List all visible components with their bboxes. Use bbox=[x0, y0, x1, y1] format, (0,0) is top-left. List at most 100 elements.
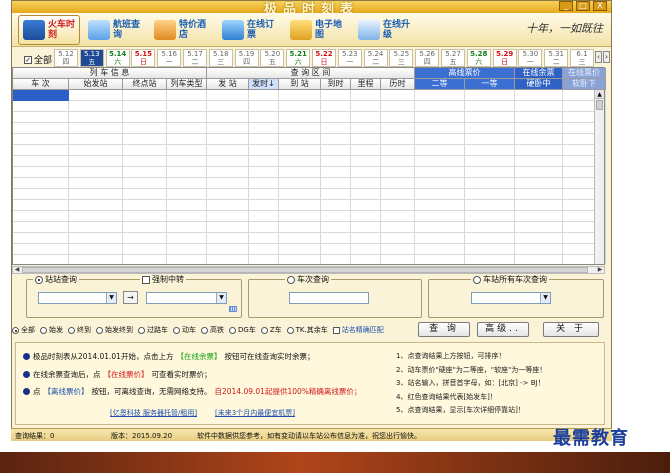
filter-option[interactable]: 高铁 bbox=[201, 325, 224, 335]
filter-option[interactable]: 始发终到 bbox=[96, 325, 133, 335]
filter-option[interactable]: Z车 bbox=[260, 325, 282, 335]
chevron-down-icon[interactable]: ▼ bbox=[106, 293, 116, 303]
date-tab[interactable]: 5.25 三 bbox=[389, 49, 414, 67]
selected-cell[interactable] bbox=[13, 90, 69, 101]
date-tab[interactable]: 5.22 日 bbox=[312, 49, 336, 67]
about-button[interactable]: 关 于 bbox=[543, 322, 599, 337]
date-tab[interactable]: 5.20 五 bbox=[260, 49, 285, 67]
filter-option[interactable]: TK.其余车 bbox=[286, 325, 328, 335]
column-header[interactable]: 一等 bbox=[465, 79, 515, 90]
column-header[interactable]: 列车类型 bbox=[167, 79, 207, 90]
filter-option[interactable]: 终到 bbox=[68, 325, 91, 335]
date-tab[interactable]: 5.28 六 bbox=[466, 49, 491, 67]
station-query-radio[interactable]: 站站查询 bbox=[33, 274, 79, 285]
maximize-button[interactable]: □ bbox=[576, 1, 590, 11]
version: 版本：2015.09.20 bbox=[111, 432, 173, 440]
horizontal-scrollbar[interactable]: ◀ ▶ bbox=[12, 266, 605, 274]
query-button[interactable]: 查 询 bbox=[418, 322, 470, 337]
all-dates-checkbox[interactable]: ✓ 全部 bbox=[24, 53, 52, 66]
scroll-thumb[interactable] bbox=[22, 267, 588, 273]
scroll-up-icon[interactable]: ▲ bbox=[595, 90, 604, 99]
all-trains-radio[interactable]: 车站所有车次查询 bbox=[471, 274, 549, 285]
column-header[interactable]: 软卧下 bbox=[563, 79, 606, 90]
date-tab[interactable]: 5.24 二 bbox=[363, 49, 388, 67]
train-timetable-button[interactable]: 火车时刻 bbox=[18, 15, 80, 45]
column-header[interactable]: 始发站 bbox=[69, 79, 123, 90]
date-tab[interactable]: 6.1 三 bbox=[570, 49, 594, 67]
train-query-radio[interactable]: 车次查询 bbox=[285, 274, 331, 285]
filter-option[interactable]: 动车 bbox=[173, 325, 196, 335]
chevron-down-icon[interactable]: ▼ bbox=[540, 293, 550, 303]
column-header[interactable]: 到 站 bbox=[279, 79, 321, 90]
date-tab[interactable]: 5.26 四 bbox=[415, 49, 440, 67]
train-query-label: 车次查询 bbox=[297, 275, 329, 284]
prev-dates-arrow[interactable]: ‹ bbox=[595, 51, 602, 63]
filter-option[interactable]: DG车 bbox=[229, 325, 256, 335]
online-booking-button[interactable]: 在线订票 bbox=[218, 15, 280, 45]
date-tab[interactable]: 5.29 日 bbox=[492, 49, 517, 67]
date-tab[interactable]: 5.12 四 bbox=[54, 49, 78, 67]
scroll-left-icon[interactable]: ◀ bbox=[13, 267, 21, 273]
date-tab[interactable]: 5.31 二 bbox=[544, 49, 569, 67]
minimize-button[interactable]: _ bbox=[559, 1, 573, 11]
column-header[interactable]: 历时 bbox=[381, 79, 415, 90]
from-station-combo[interactable]: ▼ bbox=[38, 292, 117, 304]
date-tab[interactable]: 5.14 六 bbox=[105, 49, 130, 67]
to-station-combo[interactable]: ▼ bbox=[146, 292, 227, 304]
filter-option[interactable]: 站名精确匹配 bbox=[332, 325, 384, 335]
scroll-right-icon[interactable]: ▶ bbox=[596, 267, 604, 273]
checkbox bbox=[142, 275, 150, 284]
date-tab[interactable]: 5.18 三 bbox=[208, 49, 233, 67]
column-header[interactable]: 二等 bbox=[415, 79, 465, 90]
next-dates-arrow[interactable]: › bbox=[603, 51, 610, 63]
date-label: 5.22 bbox=[315, 50, 333, 58]
column-header[interactable]: 发时↓ bbox=[249, 79, 279, 90]
checkbox bbox=[332, 326, 340, 334]
station-combo[interactable]: ▼ bbox=[471, 292, 551, 304]
cheap-flights-link[interactable]: [未来3个月内最便宜机票] bbox=[215, 408, 295, 418]
column-header[interactable]: 车 次 bbox=[13, 79, 69, 90]
column-header[interactable]: 到时 bbox=[321, 79, 351, 90]
column-header[interactable]: 里程 bbox=[351, 79, 381, 90]
date-strip: ✓ 全部 5.12 四 5.13 五 5.14 六 5.15 日 5.16 一 5.17 二 5.18 三… bbox=[12, 48, 611, 68]
hotel-button[interactable]: 特价酒店 bbox=[150, 15, 212, 45]
chevron-down-icon[interactable]: ▼ bbox=[216, 293, 226, 303]
results-table[interactable]: 列 车 信 息查 询 区 间高线票价 在线余票 在线票价 车 次始发站 终点站 列车类型… bbox=[12, 67, 606, 265]
vertical-scrollbar[interactable]: ▲ bbox=[594, 90, 604, 264]
date-tab[interactable]: 5.19 四 bbox=[234, 49, 259, 67]
swap-button[interactable]: → bbox=[123, 291, 138, 304]
scroll-thumb[interactable] bbox=[596, 100, 603, 110]
filter-option[interactable]: 始发 bbox=[40, 325, 63, 335]
group-header: 列 车 信 息 bbox=[13, 68, 207, 79]
column-header[interactable]: 硬卧中 bbox=[515, 79, 563, 90]
date-tab[interactable]: 5.16 一 bbox=[157, 49, 182, 67]
flight-query-button[interactable]: 航班查询 bbox=[84, 15, 146, 45]
date-tab[interactable]: 5.23 一 bbox=[337, 49, 362, 67]
upgrade-button[interactable]: 在线升级 bbox=[354, 15, 416, 45]
filter-option[interactable]: 过路车 bbox=[138, 325, 168, 335]
date-tab[interactable]: 5.27 五 bbox=[441, 49, 465, 67]
online-price-link[interactable]: 【在线票价】 bbox=[104, 369, 149, 380]
advanced-button[interactable]: 高级.. bbox=[477, 322, 529, 337]
date-tab[interactable]: 5.30 一 bbox=[518, 49, 543, 67]
checkbox-checked: ✓ bbox=[24, 55, 32, 64]
column-header[interactable]: 终点站 bbox=[123, 79, 167, 90]
date-tab[interactable]: 5.13 五 bbox=[79, 49, 104, 67]
grid-icon[interactable] bbox=[229, 306, 237, 312]
close-button[interactable]: X bbox=[593, 1, 607, 11]
online-tickets-link[interactable]: 【在线余票】 bbox=[176, 351, 221, 362]
toolbar-label: 在线订票 bbox=[247, 20, 275, 40]
train-number-input[interactable] bbox=[289, 292, 369, 304]
force-transfer-checkbox[interactable]: 强制中转 bbox=[140, 274, 186, 285]
date-tab[interactable]: 5.21 六 bbox=[286, 49, 311, 67]
filter-option[interactable]: 全部 bbox=[12, 325, 35, 335]
date-tab[interactable]: 5.17 二 bbox=[183, 49, 207, 67]
hosting-link[interactable]: [亿恩科技 服务器托管/租用] bbox=[110, 408, 197, 418]
date-tab[interactable]: 5.15 日 bbox=[131, 49, 156, 67]
map-button[interactable]: 电子地图 bbox=[286, 15, 348, 45]
weekday-label: 六 bbox=[294, 58, 302, 66]
offline-price-link[interactable]: 【离线票价】 bbox=[44, 386, 89, 397]
station-query-group: 站站查询 强制中转 ▼ → ▼ bbox=[26, 274, 242, 318]
toolbar: 火车时刻 航班查询 特价酒店 在线订票 电子地图 在线升级 十年，一如既往 bbox=[12, 13, 611, 47]
column-header[interactable]: 发 站 bbox=[207, 79, 249, 90]
